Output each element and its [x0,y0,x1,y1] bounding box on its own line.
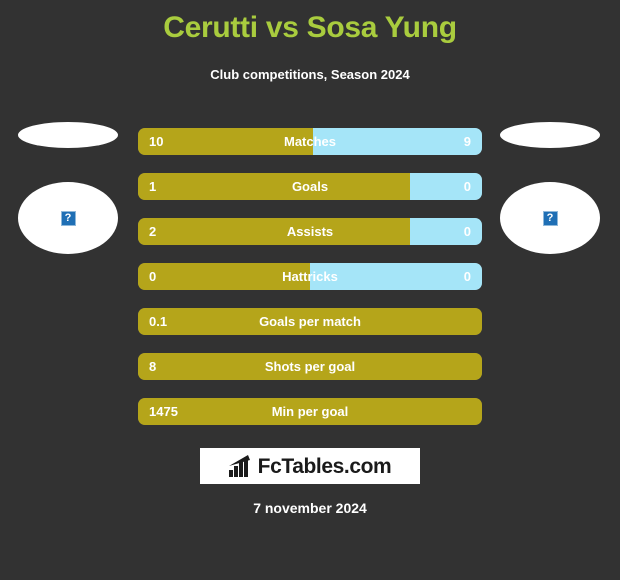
stat-row: 1 0 Goals [138,173,482,200]
avatar-home: ? [18,182,118,254]
header: Cerutti vs Sosa Yung Club competitions, … [0,0,620,83]
stats-list: 10 9 Matches 1 0 Goals 2 0 Assists 0 0 Hattricks 0.1… [138,128,482,443]
avatar-shadow-away [500,122,600,148]
fctables-logo[interactable]: FcTables.com [200,448,420,484]
stat-label: Min per goal [271,404,349,419]
bar-chart-icon [228,455,250,477]
stat-row: 8 Shots per goal [138,353,482,380]
snapshot-date: 7 november 2024 [253,500,367,516]
stat-row: 1475 Min per goal [138,398,482,425]
fctables-logo-text: FcTables.com [257,454,392,478]
stat-label: Matches [283,134,337,149]
stat-label: Hattricks [282,269,338,284]
stat-label: Assists [286,224,334,239]
stat-row: 10 9 Matches [138,128,482,155]
stat-row: 0 0 Hattricks [138,263,482,290]
stat-row: 0.1 Goals per match [138,308,482,335]
stat-row: 2 0 Assists [138,218,482,245]
stat-label: Goals [291,179,329,194]
broken-image-icon: ? [60,210,76,226]
page-title: Cerutti vs Sosa Yung [163,11,457,44]
page-subtitle: Club competitions, Season 2024 [210,67,410,82]
stat-label: Goals per match [259,314,361,329]
avatar-away: ? [500,182,600,254]
avatar-shadow-home [18,122,118,148]
stat-label: Shots per goal [264,359,356,374]
broken-image-icon: ? [542,210,558,226]
